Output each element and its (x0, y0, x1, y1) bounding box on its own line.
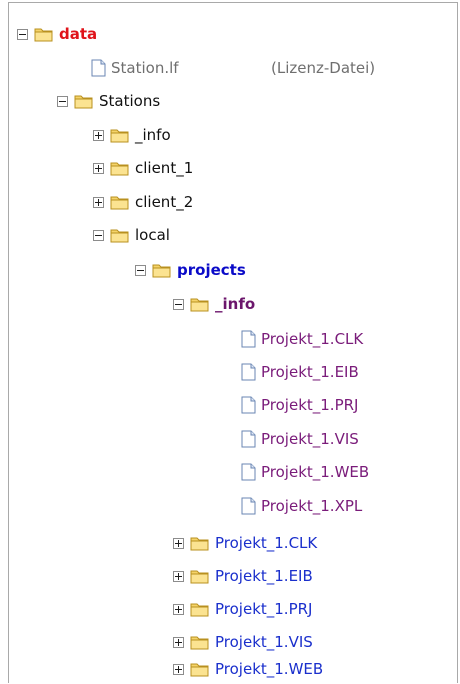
expand-toggle[interactable] (93, 196, 104, 208)
file-label: Projekt_1.EIB (261, 363, 359, 381)
tree-node-project-folder[interactable]: Projekt_1.VIS (173, 628, 313, 656)
folder-icon (34, 26, 54, 42)
file-label: Projekt_1.VIS (261, 430, 359, 448)
folder-icon (110, 194, 130, 210)
file-item[interactable]: Projekt_1.CLK (241, 325, 363, 353)
collapse-toggle[interactable] (93, 229, 104, 241)
folder-icon (190, 634, 210, 650)
file-icon (241, 463, 256, 481)
tree-node-label: _info (135, 126, 171, 144)
expand-toggle[interactable] (93, 129, 104, 141)
folder-icon (74, 93, 94, 109)
file-icon (241, 330, 256, 348)
folder-icon (190, 661, 210, 677)
tree-node-label: _info (215, 295, 256, 313)
tree-node-project-folder[interactable]: Projekt_1.WEB (173, 655, 323, 683)
tree-node-project-folder[interactable]: Projekt_1.CLK (173, 529, 317, 557)
folder-icon (190, 535, 210, 551)
folder-icon (190, 568, 210, 584)
expand-toggle[interactable] (173, 663, 184, 675)
file-item[interactable]: Projekt_1.XPL (241, 492, 362, 520)
expand-toggle[interactable] (173, 537, 184, 549)
tree-node-data[interactable]: data (17, 20, 97, 48)
file-icon (241, 363, 256, 381)
tree-node-label: Stations (99, 92, 161, 110)
expand-toggle[interactable] (173, 603, 184, 615)
tree-node-label: Projekt_1.EIB (215, 567, 313, 585)
tree-node-stations[interactable]: Stations (57, 87, 160, 115)
file-icon (241, 396, 256, 414)
tree-node-label: Projekt_1.PRJ (215, 600, 313, 618)
tree-node-project-folder[interactable]: Projekt_1.EIB (173, 562, 313, 590)
tree-node-client-1[interactable]: client_1 (93, 154, 193, 182)
collapse-toggle[interactable] (173, 298, 184, 310)
tree-node-label: Projekt_1.VIS (215, 633, 313, 651)
file-icon (241, 430, 256, 448)
file-label: Projekt_1.PRJ (261, 396, 359, 414)
expand-toggle[interactable] (173, 570, 184, 582)
file-label: Projekt_1.CLK (261, 330, 364, 348)
tree-node-projects[interactable]: projects (135, 256, 246, 284)
tree-node-projects-info[interactable]: _info (173, 290, 255, 318)
tree-node-label: client_1 (135, 159, 194, 177)
folder-icon (190, 601, 210, 617)
file-icon (91, 59, 106, 77)
tree-node-label: projects (177, 261, 246, 279)
tree-node-label: Station.lf (111, 59, 179, 77)
tree-node-label: Projekt_1.CLK (215, 534, 318, 552)
file-label: Projekt_1.XPL (261, 497, 363, 515)
file-item[interactable]: Projekt_1.WEB (241, 458, 369, 486)
file-label: Projekt_1.WEB (261, 463, 370, 481)
tree-node-label: client_2 (135, 193, 194, 211)
tree-node-client-2[interactable]: client_2 (93, 188, 193, 216)
file-item[interactable]: Projekt_1.VIS (241, 425, 359, 453)
tree-node-station-lf[interactable]: Station.lf (91, 54, 179, 82)
folder-icon (110, 160, 130, 176)
folder-icon (152, 262, 172, 278)
license-note: (Lizenz-Datei) (271, 59, 376, 77)
collapse-toggle[interactable] (17, 28, 28, 40)
tree-node-info[interactable]: _info (93, 121, 171, 149)
collapse-toggle[interactable] (57, 95, 68, 107)
file-item[interactable]: Projekt_1.EIB (241, 358, 359, 386)
expand-toggle[interactable] (93, 162, 104, 174)
folder-icon (190, 296, 210, 312)
tree-node-local[interactable]: local (93, 221, 170, 249)
collapse-toggle[interactable] (135, 264, 146, 276)
folder-icon (110, 127, 130, 143)
file-icon (241, 497, 256, 515)
tree-node-label: local (135, 226, 170, 244)
tree-node-label: data (59, 25, 98, 43)
tree-node-label: Projekt_1.WEB (215, 660, 324, 678)
folder-tree: data Station.lf (Lizenz-Datei) Stations … (8, 2, 458, 683)
folder-icon (110, 227, 130, 243)
expand-toggle[interactable] (173, 636, 184, 648)
file-item[interactable]: Projekt_1.PRJ (241, 391, 358, 419)
tree-node-project-folder[interactable]: Projekt_1.PRJ (173, 595, 312, 623)
